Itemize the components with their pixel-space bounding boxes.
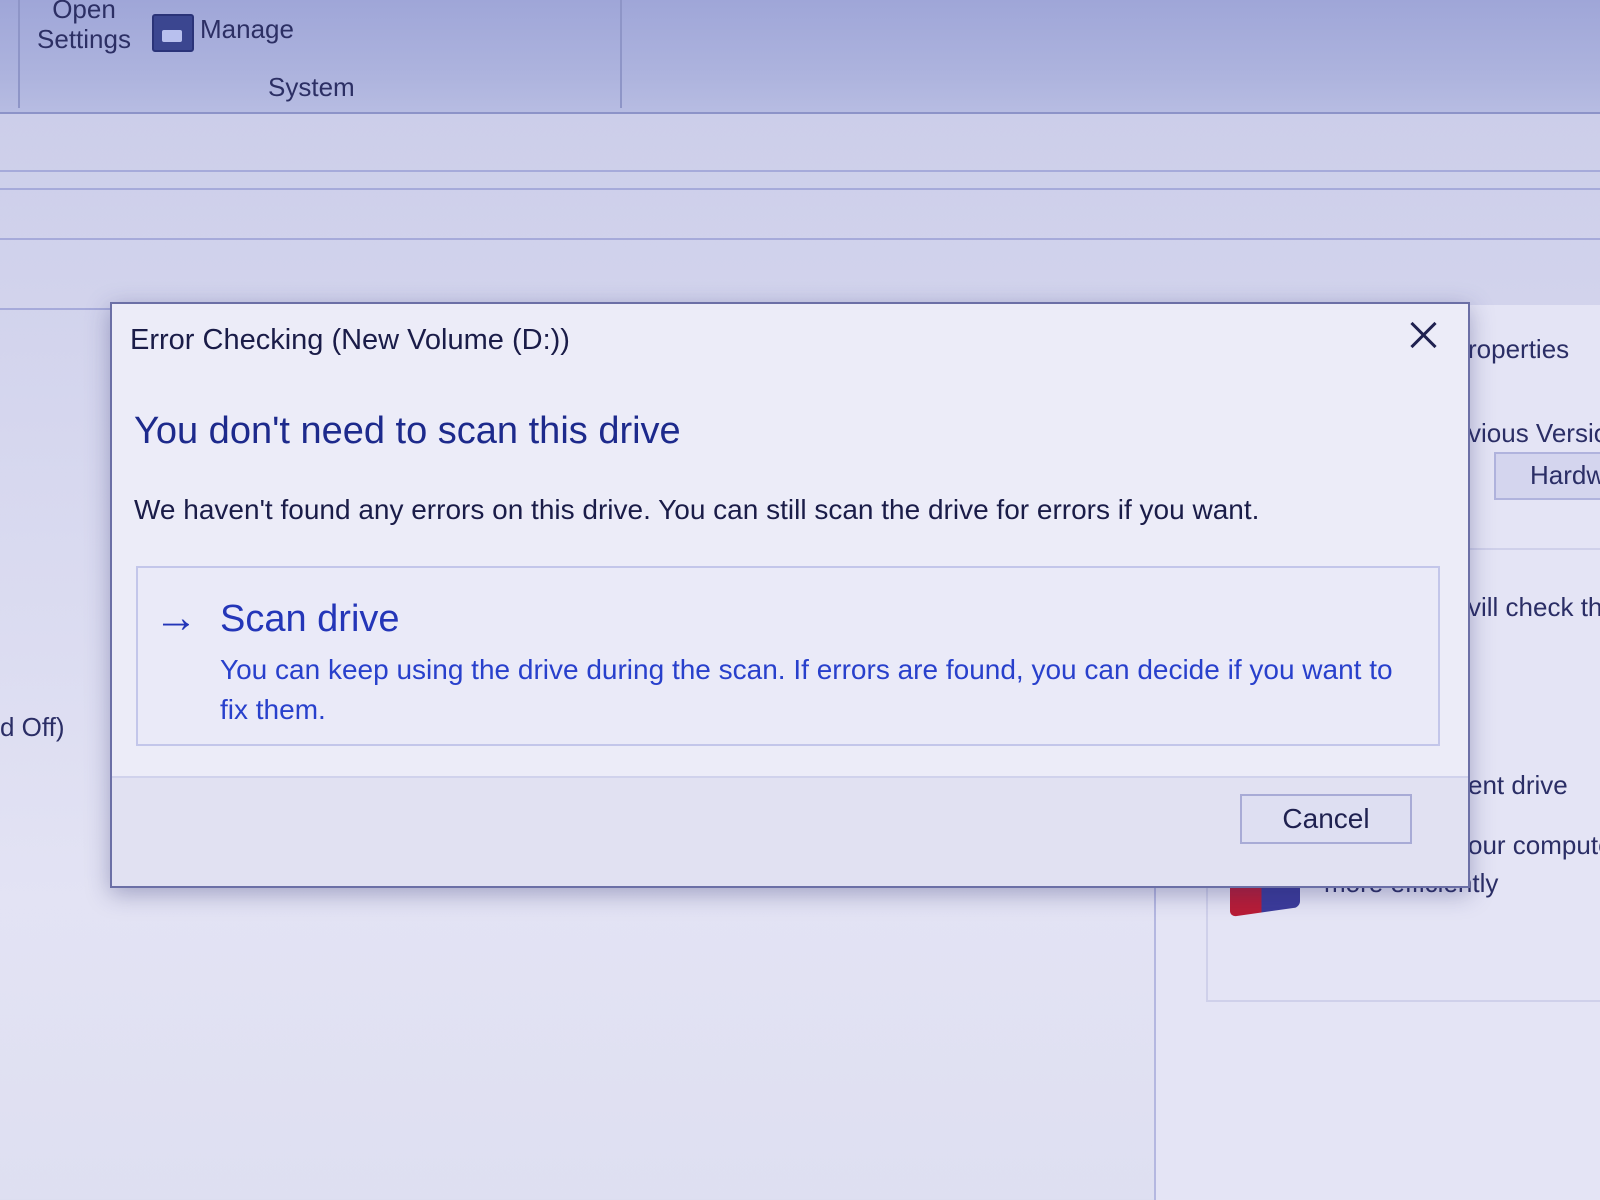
ribbon-separator <box>18 0 20 108</box>
optimize-description-fragment: ent drive <box>1468 770 1568 800</box>
divider <box>0 170 1600 172</box>
dialog-title: Error Checking (New Volume (D:)) <box>130 324 570 356</box>
tab-previous-versions[interactable]: vious Versio <box>1468 418 1600 449</box>
ribbon-separator <box>620 0 622 108</box>
open-settings-button[interactable]: Open Settings <box>34 0 134 54</box>
open-settings-label-line1: Open <box>52 0 116 24</box>
dialog-footer: Cancel <box>112 776 1468 886</box>
divider <box>0 238 1600 240</box>
divider <box>0 308 110 310</box>
optimize-description-fragment: our compute <box>1468 830 1600 860</box>
manage-icon[interactable] <box>152 14 194 52</box>
scan-drive-option[interactable]: → Scan drive You can keep using the driv… <box>136 566 1440 746</box>
dialog-description: We haven't found any errors on this driv… <box>134 494 1260 525</box>
background-status-text: d Off) <box>0 712 65 742</box>
scan-drive-description: You can keep using the drive during the … <box>220 654 1393 725</box>
ribbon-group-label: System <box>268 72 355 102</box>
arrow-right-icon: → <box>154 593 198 642</box>
tab-hardware-label: Hardw <box>1530 460 1600 490</box>
error-checking-dialog: Error Checking (New Volume (D:)) You don… <box>110 302 1470 888</box>
cancel-button[interactable]: Cancel <box>1240 794 1412 844</box>
manage-button[interactable]: Manage <box>200 14 294 44</box>
properties-title-fragment: roperties <box>1468 334 1570 364</box>
open-settings-label-line2: Settings <box>37 24 131 54</box>
ribbon: Open Settings Manage System <box>0 0 1600 114</box>
divider <box>0 188 1600 190</box>
close-icon[interactable] <box>1400 312 1448 360</box>
dialog-heading: You don't need to scan this drive <box>134 410 681 452</box>
error-check-description-fragment: vill check th <box>1468 592 1600 622</box>
scan-drive-title: Scan drive <box>220 598 400 640</box>
